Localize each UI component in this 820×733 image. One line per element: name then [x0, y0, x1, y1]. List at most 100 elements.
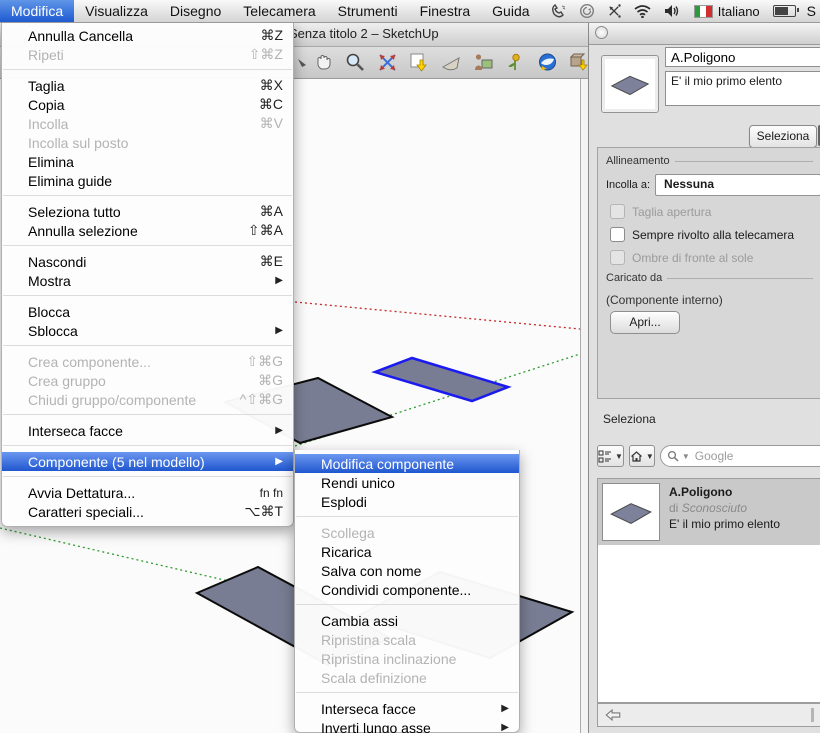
submenu-item-modifica-componente[interactable]: Modifica componente: [295, 454, 519, 473]
submenu-arrow-icon: ▶: [501, 722, 509, 733]
cut-opening-row: Taglia apertura: [610, 204, 820, 219]
browser-bottom-bar: [597, 703, 820, 727]
chevron-down-icon: ▼: [615, 452, 623, 461]
component-thumbnail: [601, 55, 659, 113]
submenu-item-salva-con-nome[interactable]: Salva con nome: [295, 561, 519, 580]
menubar-item-strumenti[interactable]: Strumenti: [327, 0, 409, 22]
menubar-item-modifica[interactable]: Modifica: [0, 0, 74, 22]
menu-item-copia[interactable]: Copia⌘C: [2, 95, 293, 114]
shadows-face-sun-checkbox[interactable]: [610, 250, 625, 265]
list-item[interactable]: A.Poligono di Sconosciuto E' il mio prim…: [598, 479, 820, 545]
photo-textures-icon[interactable]: [472, 51, 495, 74]
menu-separator: [296, 692, 518, 693]
menu-item-ripeti[interactable]: Ripeti⇧⌘Z: [2, 45, 293, 64]
submenu-item-ricarica[interactable]: Ricarica: [295, 542, 519, 561]
select-section-label: Seleziona: [603, 412, 656, 426]
sync-icon[interactable]: [579, 3, 595, 19]
menubar-clock[interactable]: S: [807, 3, 816, 19]
add-location-icon[interactable]: [504, 51, 527, 74]
component-name-field[interactable]: [665, 47, 820, 67]
menu-item-annulla-selezione[interactable]: Annulla selezione⇧⌘A: [2, 221, 293, 240]
menu-separator: [296, 516, 518, 517]
menubar-item-telecamera[interactable]: Telecamera: [232, 0, 326, 22]
glue-to-label: Incolla a:: [606, 179, 650, 191]
search-input[interactable]: [693, 448, 820, 464]
menu-item-mostra[interactable]: Mostra▶: [2, 271, 293, 290]
chevron-down-icon: ▼: [682, 452, 690, 461]
zoom-extents-icon[interactable]: [376, 51, 399, 74]
menu-item-incolla-sul-posto[interactable]: Incolla sul posto: [2, 133, 293, 152]
menu-item-interseca-facce[interactable]: Interseca facce▶: [2, 421, 293, 440]
component-list[interactable]: A.Poligono di Sconosciuto E' il mio prim…: [597, 478, 820, 703]
google-earth-icon[interactable]: [536, 51, 559, 74]
menu-item-crea-componente[interactable]: Crea componente...⇧⌘G: [2, 352, 293, 371]
menu-item-incolla[interactable]: Incolla⌘V: [2, 114, 293, 133]
close-icon[interactable]: [595, 26, 608, 39]
submenu-item-ripristina-inclinazione[interactable]: Ripristina inclinazione: [295, 649, 519, 668]
menubar-item-finestra[interactable]: Finestra: [409, 0, 482, 22]
search-field[interactable]: ▼: [660, 445, 820, 467]
menu-item-annulla-cancella[interactable]: Annulla Cancella⌘Z: [2, 26, 293, 45]
loaded-from-value: (Componente interno): [606, 293, 820, 307]
battery-icon[interactable]: [773, 5, 796, 17]
loaded-from-header: Caricato da: [606, 272, 813, 284]
shadows-face-sun-row: Ombre di fronte al sole: [610, 250, 820, 265]
alignment-section: Allineamento Incolla a: Nessuna Taglia a…: [597, 147, 820, 399]
move-arrows-icon[interactable]: [606, 3, 622, 19]
phone-icon[interactable]: [551, 4, 568, 19]
submenu-item-ripristina-scala[interactable]: Ripristina scala: [295, 630, 519, 649]
submenu-item-condividi-componente[interactable]: Condividi componente...: [295, 580, 519, 599]
menu-item-nascondi[interactable]: Nascondi⌘E: [2, 252, 293, 271]
menu-item-taglia[interactable]: Taglia⌘X: [2, 76, 293, 95]
submenu-item-rendi-unico[interactable]: Rendi unico: [295, 473, 519, 492]
menu-separator: [3, 476, 292, 477]
menu-separator: [3, 195, 292, 196]
language-menu[interactable]: Italiano: [692, 4, 762, 19]
submenu-item-scollega[interactable]: Scollega: [295, 523, 519, 542]
glue-to-dropdown[interactable]: Nessuna: [655, 174, 820, 196]
menubar-item-disegno[interactable]: Disegno: [159, 0, 232, 22]
submenu-item-interseca-facce[interactable]: Interseca facce▶: [295, 699, 519, 718]
menu-item-caratteri-speciali[interactable]: Caratteri speciali...⌥⌘T: [2, 502, 293, 521]
submenu-item-cambia-assi[interactable]: Cambia assi: [295, 611, 519, 630]
menu-item-blocca[interactable]: Blocca: [2, 302, 293, 321]
list-item-author: di Sconosciuto: [669, 501, 780, 515]
menu-item-seleziona-tutto[interactable]: Seleziona tutto⌘A: [2, 202, 293, 221]
toolbar-icon-clipped[interactable]: [296, 55, 319, 78]
zoom-icon[interactable]: [344, 51, 367, 74]
submenu-item-inverti-lungo-asse[interactable]: Inverti lungo asse▶: [295, 718, 519, 733]
list-view-icon: [598, 450, 612, 463]
menu-item-sblocca[interactable]: Sblocca▶: [2, 321, 293, 340]
edit-menu: Annulla Cancella⌘Z Ripeti⇧⌘Z Taglia⌘X Co…: [1, 22, 294, 527]
component-description-field[interactable]: E' il mio primo elento: [665, 71, 820, 106]
menu-separator: [3, 445, 292, 446]
menu-item-componente[interactable]: Componente (5 nel modello)▶: [2, 452, 293, 471]
menu-separator: [3, 295, 292, 296]
toggle-terrain-icon[interactable]: [440, 51, 463, 74]
menu-item-crea-gruppo[interactable]: Crea gruppo⌘G: [2, 371, 293, 390]
submenu-arrow-icon: ▶: [275, 275, 283, 286]
always-face-camera-checkbox[interactable]: [610, 227, 625, 242]
home-icon: [630, 450, 643, 463]
open-button[interactable]: Apri...: [610, 311, 680, 334]
always-face-camera-row: Sempre rivolto alla telecamera: [610, 227, 820, 242]
menu-item-chiudi-gruppo-componente[interactable]: Chiudi gruppo/componente^⇧⌘G: [2, 390, 293, 409]
tab-seleziona[interactable]: Seleziona: [749, 125, 817, 148]
menu-item-elimina[interactable]: Elimina: [2, 152, 293, 171]
cut-opening-checkbox[interactable]: [610, 204, 625, 219]
volume-icon[interactable]: [663, 4, 681, 18]
back-arrow-icon[interactable]: [604, 708, 622, 722]
get-current-view-icon[interactable]: [408, 51, 431, 74]
submenu-item-esplodi[interactable]: Esplodi: [295, 492, 519, 511]
view-options-button[interactable]: ▼: [597, 445, 624, 467]
component-submenu: Modifica componente Rendi unico Esplodi …: [294, 450, 520, 733]
menubar-item-guida[interactable]: Guida: [481, 0, 540, 22]
menu-separator: [296, 604, 518, 605]
home-button[interactable]: ▼: [629, 445, 655, 467]
menu-separator: [3, 414, 292, 415]
menu-item-elimina-guide[interactable]: Elimina guide: [2, 171, 293, 190]
wifi-icon[interactable]: [633, 4, 652, 18]
menu-item-avvia-dettatura[interactable]: Avvia Dettatura...fn fn: [2, 483, 293, 502]
submenu-item-scala-definizione[interactable]: Scala definizione: [295, 668, 519, 687]
menubar-item-visualizza[interactable]: Visualizza: [74, 0, 159, 22]
